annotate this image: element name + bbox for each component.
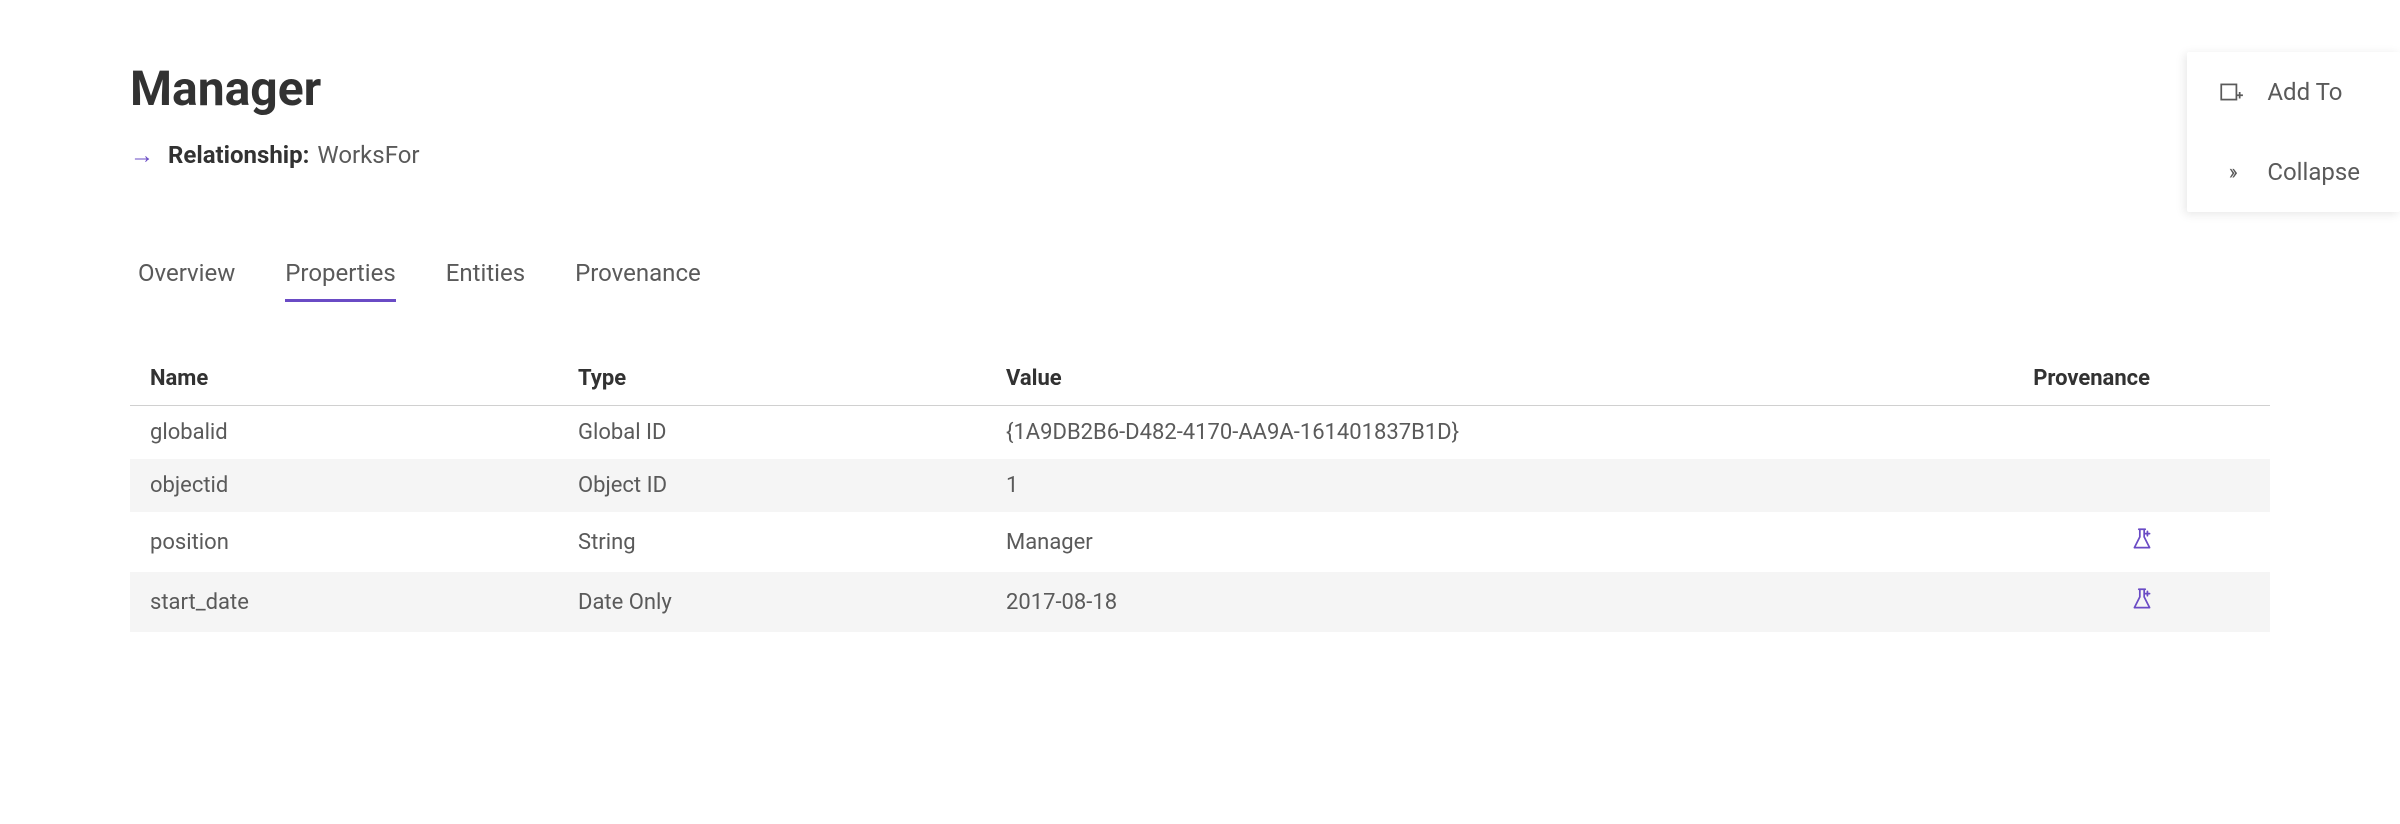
cell-provenance	[2013, 572, 2270, 632]
tabs: Overview Properties Entities Provenance	[130, 259, 2270, 302]
table-row: globalid Global ID {1A9DB2B6-D482-4170-A…	[130, 406, 2270, 460]
cell-value: {1A9DB2B6-D482-4170-AA9A-161401837B1D}	[986, 406, 2013, 460]
cell-provenance	[2013, 406, 2270, 460]
cell-type: String	[558, 512, 986, 572]
collapse-button[interactable]: ›› Collapse	[2187, 132, 2400, 212]
side-panel: Add To ›› Collapse	[2187, 52, 2400, 212]
column-provenance: Provenance	[2013, 352, 2270, 406]
tab-properties[interactable]: Properties	[285, 259, 395, 302]
tab-provenance[interactable]: Provenance	[575, 259, 701, 302]
add-to-label: Add To	[2267, 78, 2342, 106]
column-name: Name	[130, 352, 558, 406]
relationship-label: Relationship:	[168, 141, 309, 169]
cell-type: Global ID	[558, 406, 986, 460]
cell-value: 2017-08-18	[986, 572, 2013, 632]
cell-provenance	[2013, 512, 2270, 572]
properties-table: Name Type Value Provenance globalid Glob…	[130, 352, 2270, 632]
chevron-right-double-icon: ››	[2217, 158, 2245, 186]
flask-icon[interactable]	[2129, 526, 2155, 558]
table-row: start_date Date Only 2017-08-18	[130, 572, 2270, 632]
column-value: Value	[986, 352, 2013, 406]
cell-type: Date Only	[558, 572, 986, 632]
column-type: Type	[558, 352, 986, 406]
cell-value: 1	[986, 459, 2013, 512]
flask-icon[interactable]	[2129, 586, 2155, 618]
cell-name: objectid	[130, 459, 558, 512]
page-title: Manager	[130, 60, 2270, 117]
table-row: position String Manager	[130, 512, 2270, 572]
add-to-icon	[2217, 78, 2245, 106]
table-row: objectid Object ID 1	[130, 459, 2270, 512]
relationship-value: WorksFor	[317, 141, 419, 169]
collapse-label: Collapse	[2267, 158, 2360, 186]
cell-name: start_date	[130, 572, 558, 632]
cell-name: globalid	[130, 406, 558, 460]
cell-provenance	[2013, 459, 2270, 512]
tab-overview[interactable]: Overview	[138, 259, 235, 302]
cell-name: position	[130, 512, 558, 572]
arrow-right-icon: →	[130, 143, 154, 167]
relationship-row: → Relationship: WorksFor	[130, 141, 2270, 169]
add-to-button[interactable]: Add To	[2187, 52, 2400, 132]
main-container: Manager → Relationship: WorksFor Overvie…	[0, 0, 2400, 632]
cell-type: Object ID	[558, 459, 986, 512]
table-header-row: Name Type Value Provenance	[130, 352, 2270, 406]
tab-entities[interactable]: Entities	[446, 259, 525, 302]
cell-value: Manager	[986, 512, 2013, 572]
